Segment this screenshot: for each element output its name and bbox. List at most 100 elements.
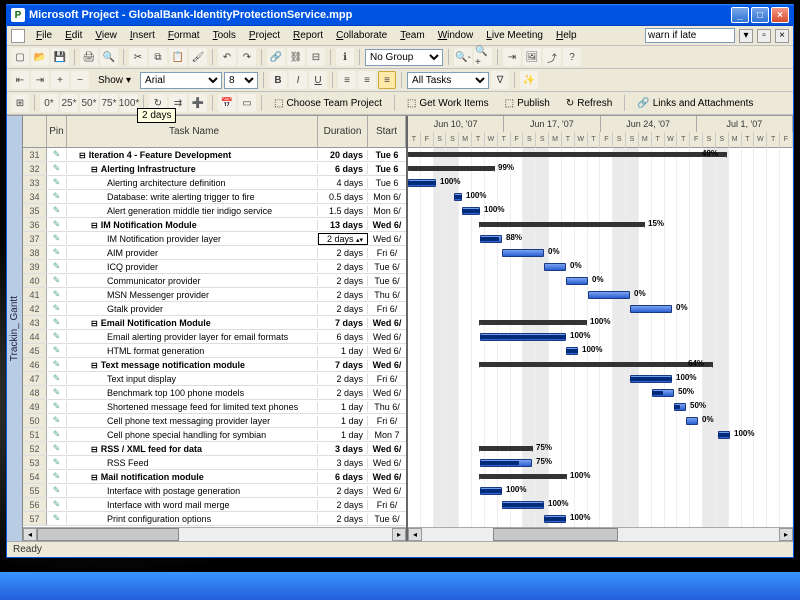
task-row[interactable]: 48✎Benchmark top 100 phone models2 daysW… [23, 386, 406, 400]
task-row[interactable]: 45✎HTML format generation1 dayWed 6/ [23, 344, 406, 358]
gantt-row[interactable]: 100% [408, 190, 793, 204]
underline-icon[interactable]: U [309, 71, 327, 89]
filter-input[interactable] [645, 28, 735, 43]
gantt-row[interactable]: 100% [408, 428, 793, 442]
gantt-row[interactable]: 0% [408, 302, 793, 316]
gantt-row[interactable]: 100% [408, 344, 793, 358]
zoom-out-icon[interactable]: 🔍- [454, 48, 472, 66]
t50-icon[interactable]: 50* [80, 94, 98, 112]
task-row[interactable]: 52✎⊟RSS / XML feed for data3 daysWed 6/ [23, 442, 406, 456]
print-icon[interactable]: 🖨 [80, 48, 98, 66]
task-row[interactable]: 33✎Alerting architecture definition4 day… [23, 176, 406, 190]
font-size-select[interactable]: 8 [224, 72, 258, 89]
undo-icon[interactable]: ↶ [218, 48, 236, 66]
gantt-row[interactable]: 15% [408, 218, 793, 232]
col-task-name[interactable]: Task Name [67, 116, 318, 147]
help-icon[interactable]: ? [563, 48, 581, 66]
outdent-icon[interactable]: ⇤ [11, 71, 29, 89]
task-row[interactable]: 44✎Email alerting provider layer for ema… [23, 330, 406, 344]
col-duration[interactable]: Duration [318, 116, 368, 147]
show-subtasks-icon[interactable]: + [51, 71, 69, 89]
gantt-row[interactable]: 50% [408, 400, 793, 414]
menu-tools[interactable]: Tools [207, 28, 242, 43]
gantt-row[interactable]: 50% [408, 386, 793, 400]
open-icon[interactable]: 📂 [31, 48, 49, 66]
gantt-row[interactable]: 0% [408, 414, 793, 428]
col-indicators[interactable]: Pin [47, 116, 67, 147]
paste-icon[interactable]: 📋 [169, 48, 187, 66]
task-row[interactable]: 50✎Cell phone text messaging provider la… [23, 414, 406, 428]
unlink-icon[interactable]: ⛓ [287, 48, 305, 66]
italic-icon[interactable]: I [289, 71, 307, 89]
summary-bar[interactable] [408, 152, 726, 157]
gantt-row[interactable]: 0% [408, 274, 793, 288]
task-row[interactable]: 37✎IM Notification provider layer2 days … [23, 232, 406, 246]
col-start[interactable]: Start [368, 116, 406, 147]
menu-team[interactable]: Team [394, 28, 430, 43]
maximize-button[interactable]: □ [751, 7, 769, 23]
gantt-row[interactable]: 88% [408, 232, 793, 246]
task-row[interactable]: 54✎⊟Mail notification module6 daysWed 6/ [23, 470, 406, 484]
task-bar[interactable] [544, 263, 566, 271]
task-row[interactable]: 41✎MSN Messenger provider2 daysThu 6/ [23, 288, 406, 302]
font-name-select[interactable]: Arial [140, 72, 222, 89]
week-header[interactable]: Jun 10, '07 [408, 116, 504, 132]
task-row[interactable]: 35✎Alert generation middle tier indigo s… [23, 204, 406, 218]
bold-icon[interactable]: B [269, 71, 287, 89]
filter-select[interactable]: All Tasks [407, 72, 489, 89]
publish-button[interactable]: ⬚ Publish [498, 95, 557, 112]
share-icon[interactable]: ⤴ [543, 48, 561, 66]
autofilter-icon[interactable]: ∇ [491, 71, 509, 89]
t75-icon[interactable]: 75* [100, 94, 118, 112]
gantt-row[interactable]: 0% [408, 288, 793, 302]
t25-icon[interactable]: 25* [60, 94, 78, 112]
t100-icon[interactable]: 100* [120, 94, 138, 112]
gantt-row[interactable]: 100% [408, 330, 793, 344]
align-right-icon[interactable]: ≡ [378, 71, 396, 89]
menu-view[interactable]: View [89, 28, 123, 43]
task-row[interactable]: 46✎⊟Text message notification module7 da… [23, 358, 406, 372]
cal-icon[interactable]: 📅 [218, 94, 236, 112]
task-bar[interactable] [686, 417, 698, 425]
summary-bar[interactable] [480, 446, 532, 451]
gantt-row[interactable]: 49% [408, 148, 793, 162]
view-bar[interactable]: Trackin_ Gantt [7, 116, 23, 541]
menu-collaborate[interactable]: Collaborate [330, 28, 393, 43]
menu-insert[interactable]: Insert [124, 28, 161, 43]
hide-subtasks-icon[interactable]: − [71, 71, 89, 89]
gantt-row[interactable]: 0% [408, 246, 793, 260]
show-menu[interactable]: Show▾ [91, 72, 138, 89]
links-attachments[interactable]: 🔗 Links and Attachments [630, 95, 760, 112]
link-icon[interactable]: 🔗 [267, 48, 285, 66]
task-bar[interactable] [588, 291, 630, 299]
copy-picture-icon[interactable]: 🖼 [523, 48, 541, 66]
copy-icon[interactable]: ⧉ [149, 48, 167, 66]
gantt-row[interactable]: 100% [408, 372, 793, 386]
gantt-row[interactable]: 100% [408, 498, 793, 512]
week-header[interactable]: Jun 24, '07 [601, 116, 697, 132]
gantt-row[interactable]: 100% [408, 512, 793, 526]
task-row[interactable]: 31✎⊟Iteration 4 - Feature Development20 … [23, 148, 406, 162]
grid-hscroll[interactable]: ◂▸ [23, 527, 406, 541]
save-icon[interactable]: 💾 [51, 48, 69, 66]
gantt-row[interactable]: 100% [408, 470, 793, 484]
task-row[interactable]: 56✎Interface with word mail merge2 daysF… [23, 498, 406, 512]
gantt-row[interactable]: 100% [408, 176, 793, 190]
choose-team-project[interactable]: ⬚ Choose Team Project [267, 95, 389, 112]
summary-bar[interactable] [480, 320, 586, 325]
task-row[interactable]: 47✎Text input display2 daysFri 6/ [23, 372, 406, 386]
addprogress-icon[interactable]: ➕ [189, 94, 207, 112]
menu-help[interactable]: Help [550, 28, 583, 43]
close-button[interactable]: × [771, 7, 789, 23]
task-bar[interactable] [566, 277, 588, 285]
gantt-row[interactable]: 100% [408, 204, 793, 218]
minimize-button[interactable]: _ [731, 7, 749, 23]
align-left-icon[interactable]: ≡ [338, 71, 356, 89]
task-row[interactable]: 43✎⊟Email Notification Module7 daysWed 6… [23, 316, 406, 330]
info-icon[interactable]: ℹ [336, 48, 354, 66]
close-doc-button[interactable]: × [775, 29, 789, 43]
summary-bar[interactable] [480, 362, 712, 367]
task-bar[interactable] [502, 249, 544, 257]
filter-dropdown[interactable]: ▾ [739, 29, 753, 43]
gantt-row[interactable]: 75% [408, 456, 793, 470]
